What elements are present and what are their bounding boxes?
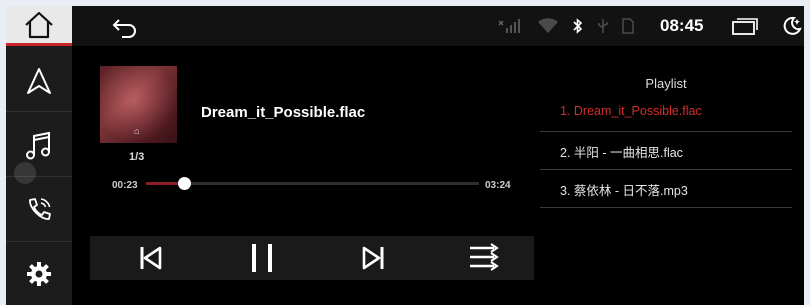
recent-apps-icon [732,18,758,35]
left-sidebar [6,6,72,305]
playlist-mode-button[interactable] [462,240,506,276]
previous-icon [140,246,162,270]
pause-icon [252,244,272,272]
song-title: Dream_it_Possible.flac [201,104,366,121]
status-clock: 08:45 [660,16,704,35]
settings-icon [27,262,51,286]
cover-logo: ⌂ [134,126,140,136]
usb-icon [598,19,608,33]
night-mode-icon [783,16,802,35]
playlist-item-label: 2. 半阳 - 一曲相思.flac [560,146,683,160]
playlist-item[interactable]: 3. 蔡依林 - 日不落.mp3 [540,170,792,208]
playlist-item[interactable]: 2. 半阳 - 一曲相思.flac [540,132,792,170]
seek-thumb[interactable] [177,177,191,190]
playlist-item[interactable]: 1. Dream_it_Possible.flac [540,94,792,132]
navigation-icon [27,67,51,94]
back-button[interactable] [110,16,138,38]
bluetooth-icon [573,18,583,34]
floating-assist-dot[interactable] [14,162,36,184]
playlist-item-label: 3. 蔡依林 - 日不落.mp3 [560,184,688,198]
album-cover: ⌂ [100,66,177,143]
recent-apps-button[interactable] [732,17,758,35]
seek-bar[interactable] [146,177,479,190]
back-arrow-icon [112,19,136,38]
playback-controls [90,236,534,280]
sd-card-icon [622,18,634,34]
pause-button[interactable] [240,240,284,276]
usb-indicator [598,18,608,34]
night-mode-button[interactable] [782,16,802,36]
previous-button[interactable] [128,240,172,276]
home-icon [25,11,53,38]
elapsed-time: 00:23 [112,180,138,191]
home-button[interactable] [6,6,72,46]
wifi-indicator [538,18,558,34]
wifi-icon [538,18,558,33]
playlist-mode-icon [470,243,499,271]
next-icon [362,246,384,270]
phone-button[interactable] [6,178,72,242]
track-position: 1/3 [129,151,145,163]
head-unit-screen: 08:45 ⌂ 1/3 Dream_it_Possible.flac 00:23… [6,6,804,305]
playlist-title: Playlist [645,76,687,91]
no-signal-icon [498,19,520,33]
music-icon [26,131,50,159]
total-duration: 03:24 [485,180,511,191]
next-button[interactable] [352,240,396,276]
playlist-item-label: 1. Dream_it_Possible.flac [560,104,702,118]
status-bar: 08:45 [72,6,804,46]
navigation-button[interactable] [6,50,72,112]
settings-button[interactable] [6,243,72,305]
signal-indicator [498,18,520,34]
bluetooth-indicator [572,18,584,34]
phone-icon [29,197,51,220]
sd-card-indicator [622,18,634,34]
